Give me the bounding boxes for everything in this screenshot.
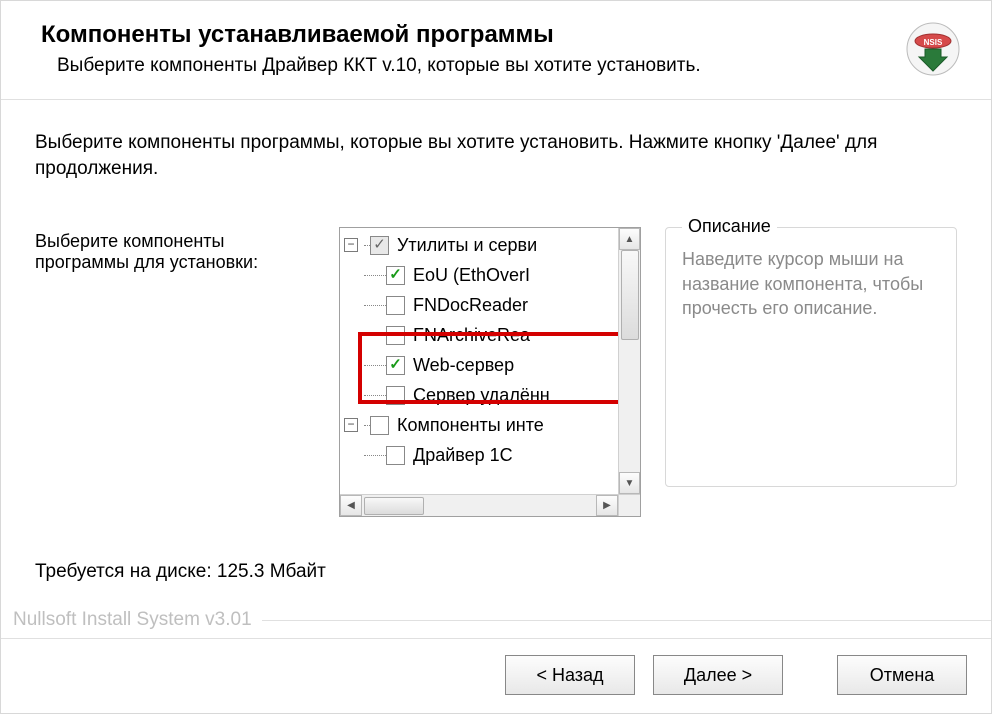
scroll-thumb[interactable]: [621, 250, 639, 340]
scroll-down-icon[interactable]: ▼: [619, 472, 640, 494]
checkbox-mixed[interactable]: ✓: [370, 236, 389, 255]
installer-window: Компоненты устанавливаемой программы Выб…: [0, 0, 992, 714]
scroll-thumb[interactable]: [364, 497, 424, 515]
vertical-scrollbar[interactable]: ▲ ▼: [618, 228, 640, 494]
scroll-left-icon[interactable]: ◀: [340, 495, 362, 516]
next-button[interactable]: Далее >: [653, 655, 783, 695]
tree-item-fnarchive[interactable]: FNArchiveRea: [344, 320, 624, 350]
scroll-corner: [618, 494, 640, 516]
checkbox-unchecked[interactable]: [386, 446, 405, 465]
tree-group-utilities[interactable]: − ✓ Утилиты и серви: [344, 230, 624, 260]
description-body: Наведите курсор мыши на название компоне…: [682, 247, 940, 320]
description-groupbox: Описание Наведите курсор мыши на названи…: [665, 227, 957, 487]
components-tree[interactable]: − ✓ Утилиты и серви ✓ EoU (EthOverI: [339, 227, 641, 517]
page-subtitle: Выберите компоненты Драйвер ККТ v.10, ко…: [41, 55, 893, 77]
collapse-icon[interactable]: −: [344, 418, 358, 432]
disk-space-label: Требуется на диске: 125.3 Мбайт: [35, 561, 957, 583]
button-bar: < Назад Далее > Отмена: [1, 638, 991, 713]
tree-group-integration[interactable]: − Компоненты инте: [344, 410, 624, 440]
description-legend: Описание: [682, 216, 777, 237]
tree-item-fndocreader[interactable]: FNDocReader: [344, 290, 624, 320]
checkbox-checked[interactable]: ✓: [386, 356, 405, 375]
svg-text:NSIS: NSIS: [924, 38, 943, 47]
collapse-icon[interactable]: −: [344, 238, 358, 252]
body-panel: Выберите компоненты программы, которые в…: [1, 100, 991, 602]
header: Компоненты устанавливаемой программы Выб…: [1, 1, 991, 100]
checkbox-unchecked[interactable]: [386, 386, 405, 405]
branding-text: Nullsoft Install System v3.01: [13, 609, 252, 631]
checkbox-unchecked[interactable]: [386, 326, 405, 345]
select-components-label: Выберите компоненты программы для устано…: [35, 227, 315, 273]
scroll-right-icon[interactable]: ▶: [596, 495, 618, 516]
back-button[interactable]: < Назад: [505, 655, 635, 695]
instructions-text: Выберите компоненты программы, которые в…: [35, 130, 957, 181]
horizontal-scrollbar[interactable]: ◀ ▶: [340, 494, 618, 516]
branding-line: Nullsoft Install System v3.01: [1, 602, 991, 638]
cancel-button[interactable]: Отмена: [837, 655, 967, 695]
checkbox-unchecked[interactable]: [386, 296, 405, 315]
tree-item-webserver[interactable]: ✓ Web-сервер: [344, 350, 624, 380]
checkbox-checked[interactable]: ✓: [386, 266, 405, 285]
tree-item-eou[interactable]: ✓ EoU (EthOverI: [344, 260, 624, 290]
page-title: Компоненты устанавливаемой программы: [41, 21, 893, 49]
divider: [262, 620, 991, 621]
scroll-up-icon[interactable]: ▲: [619, 228, 640, 250]
installer-logo-icon: NSIS: [905, 21, 961, 77]
tree-item-driver1c[interactable]: Драйвер 1С: [344, 440, 624, 470]
checkbox-unchecked[interactable]: [370, 416, 389, 435]
tree-item-remoteserver[interactable]: Сервер удалённ: [344, 380, 624, 410]
